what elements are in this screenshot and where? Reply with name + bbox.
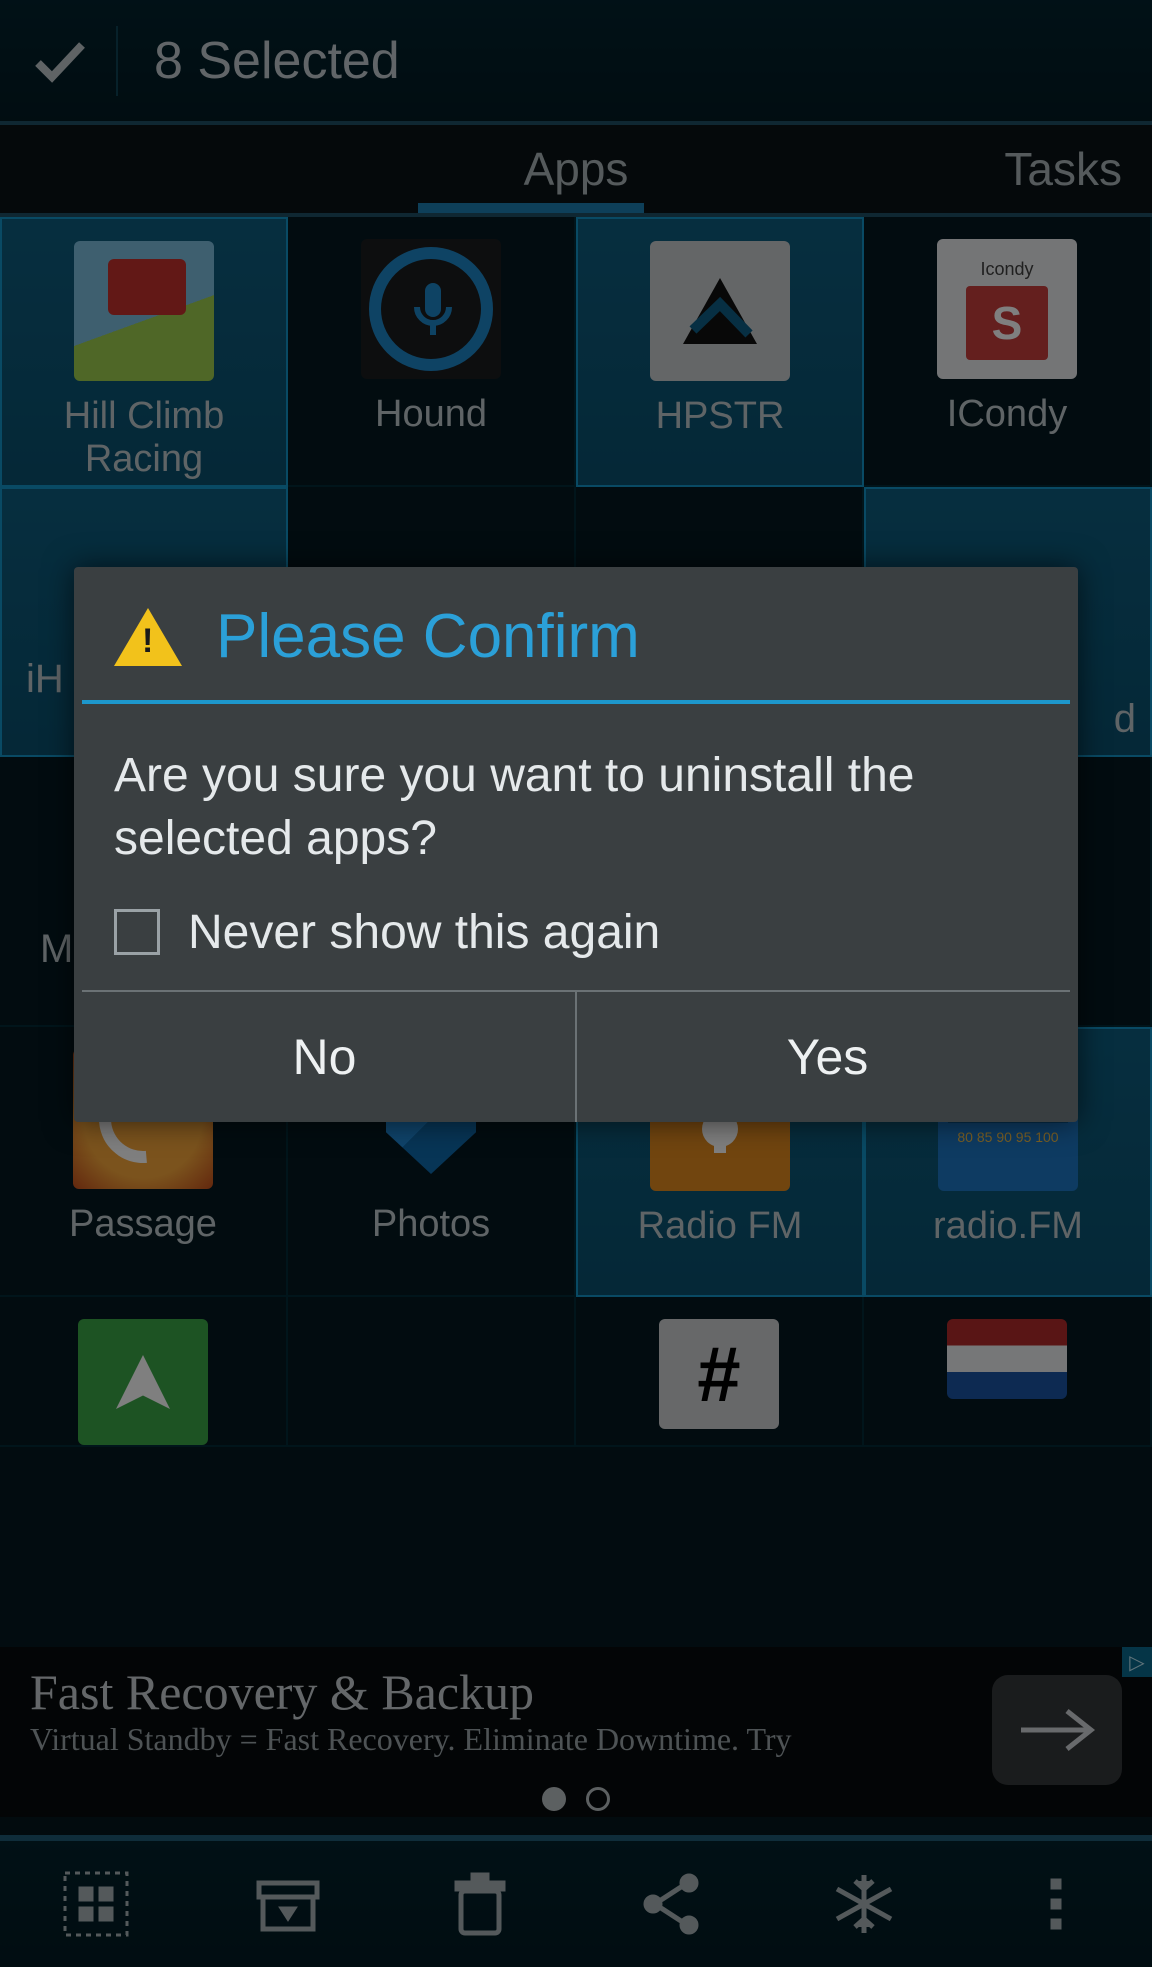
confirm-dialog: Please Confirm Are you sure you want to … bbox=[74, 567, 1078, 1122]
dialog-body: Are you sure you want to uninstall the s… bbox=[74, 704, 1078, 905]
never-show-row[interactable]: Never show this again bbox=[74, 905, 1078, 990]
dialog-header: Please Confirm bbox=[74, 567, 1078, 700]
never-show-label: Never show this again bbox=[188, 905, 660, 960]
yes-button[interactable]: Yes bbox=[577, 992, 1078, 1122]
dialog-buttons: No Yes bbox=[74, 992, 1078, 1122]
dialog-title: Please Confirm bbox=[216, 601, 640, 672]
no-button[interactable]: No bbox=[74, 992, 575, 1122]
warning-icon bbox=[114, 608, 182, 666]
never-show-checkbox[interactable] bbox=[114, 909, 160, 955]
